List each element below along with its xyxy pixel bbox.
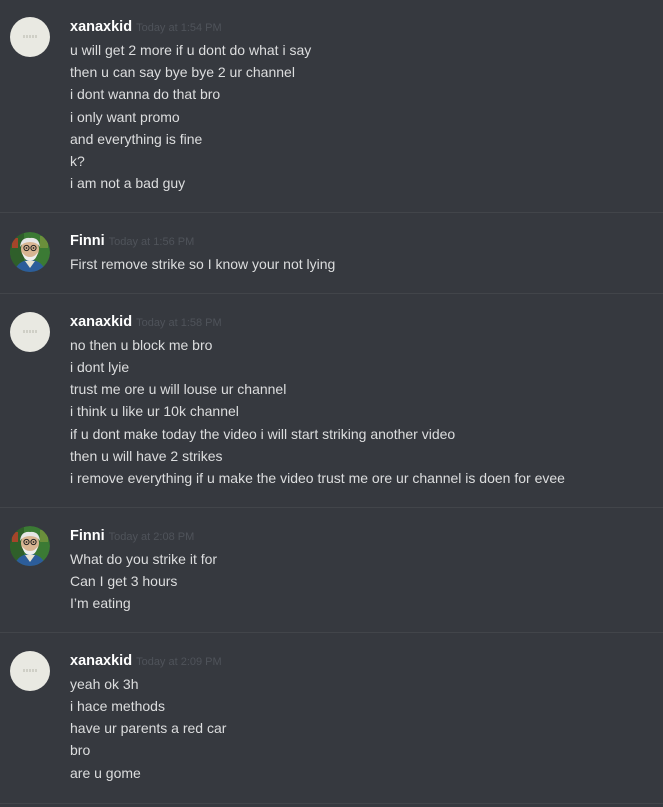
- message-line: i remove everything if u make the video …: [70, 470, 565, 486]
- default-avatar-icon[interactable]: [10, 17, 50, 57]
- author-name[interactable]: xanaxkid: [70, 314, 132, 330]
- author-name[interactable]: Finni: [70, 528, 105, 544]
- message-divider: [0, 212, 663, 213]
- message-header: xanaxkid Today at 1:58 PM: [70, 312, 222, 332]
- timestamp: Today at 1:54 PM: [136, 22, 222, 34]
- author-name[interactable]: xanaxkid: [70, 19, 132, 35]
- message-line: trust me ore u will louse ur channel: [70, 381, 287, 397]
- default-avatar-icon[interactable]: [10, 651, 50, 691]
- default-avatar-icon[interactable]: [10, 312, 50, 352]
- timestamp: Today at 1:58 PM: [136, 317, 222, 329]
- message-line: have ur parents a red car: [70, 720, 227, 736]
- message-line: bro: [70, 742, 91, 758]
- finni-avatar-icon[interactable]: [10, 232, 50, 272]
- message-line: What do you strike it for: [70, 551, 218, 567]
- message-header: Finni Today at 2:08 PM: [70, 526, 194, 546]
- message-line: yeah ok 3h: [70, 676, 139, 692]
- message-line: i hace methods: [70, 698, 165, 714]
- message-line: I’m eating: [70, 595, 131, 611]
- message-line: are u gome: [70, 765, 141, 781]
- message-line: u will get 2 more if u dont do what i sa…: [70, 42, 312, 58]
- message-line: then u will have 2 strikes: [70, 448, 223, 464]
- message-divider: [0, 293, 663, 294]
- message-line: Can I get 3 hours: [70, 573, 178, 589]
- message-divider: [0, 803, 663, 804]
- message-divider: [0, 632, 663, 633]
- message-line: and everything is fine: [70, 131, 203, 147]
- message-line: if u dont make today the video i will st…: [70, 426, 456, 442]
- message-line: then u can say bye bye 2 ur channel: [70, 64, 295, 80]
- author-name[interactable]: xanaxkid: [70, 653, 132, 669]
- chat-messages: xanaxkid Today at 1:54 PM u will get 2 mo…: [0, 0, 663, 807]
- finni-avatar-icon[interactable]: [10, 526, 50, 566]
- message-divider: [0, 507, 663, 508]
- message-line: i dont wanna do that bro: [70, 86, 221, 102]
- message-header: Finni Today at 1:56 PM: [70, 231, 194, 251]
- message-line: no then u block me bro: [70, 337, 213, 353]
- message-header: xanaxkid Today at 2:09 PM: [70, 651, 222, 671]
- message-header: xanaxkid Today at 1:54 PM: [70, 17, 222, 37]
- message-line: i dont lyie: [70, 359, 130, 375]
- message-line: i think u like ur 10k channel: [70, 403, 239, 419]
- message-line: First remove strike so I know your not l…: [70, 256, 336, 272]
- message-line: i only want promo: [70, 109, 180, 125]
- timestamp: Today at 2:08 PM: [108, 531, 195, 543]
- message-line: k?: [70, 153, 85, 169]
- message-line: i am not a bad guy: [70, 175, 186, 191]
- timestamp: Today at 2:09 PM: [136, 656, 222, 668]
- author-name[interactable]: Finni: [70, 233, 105, 249]
- timestamp: Today at 1:56 PM: [108, 236, 195, 248]
